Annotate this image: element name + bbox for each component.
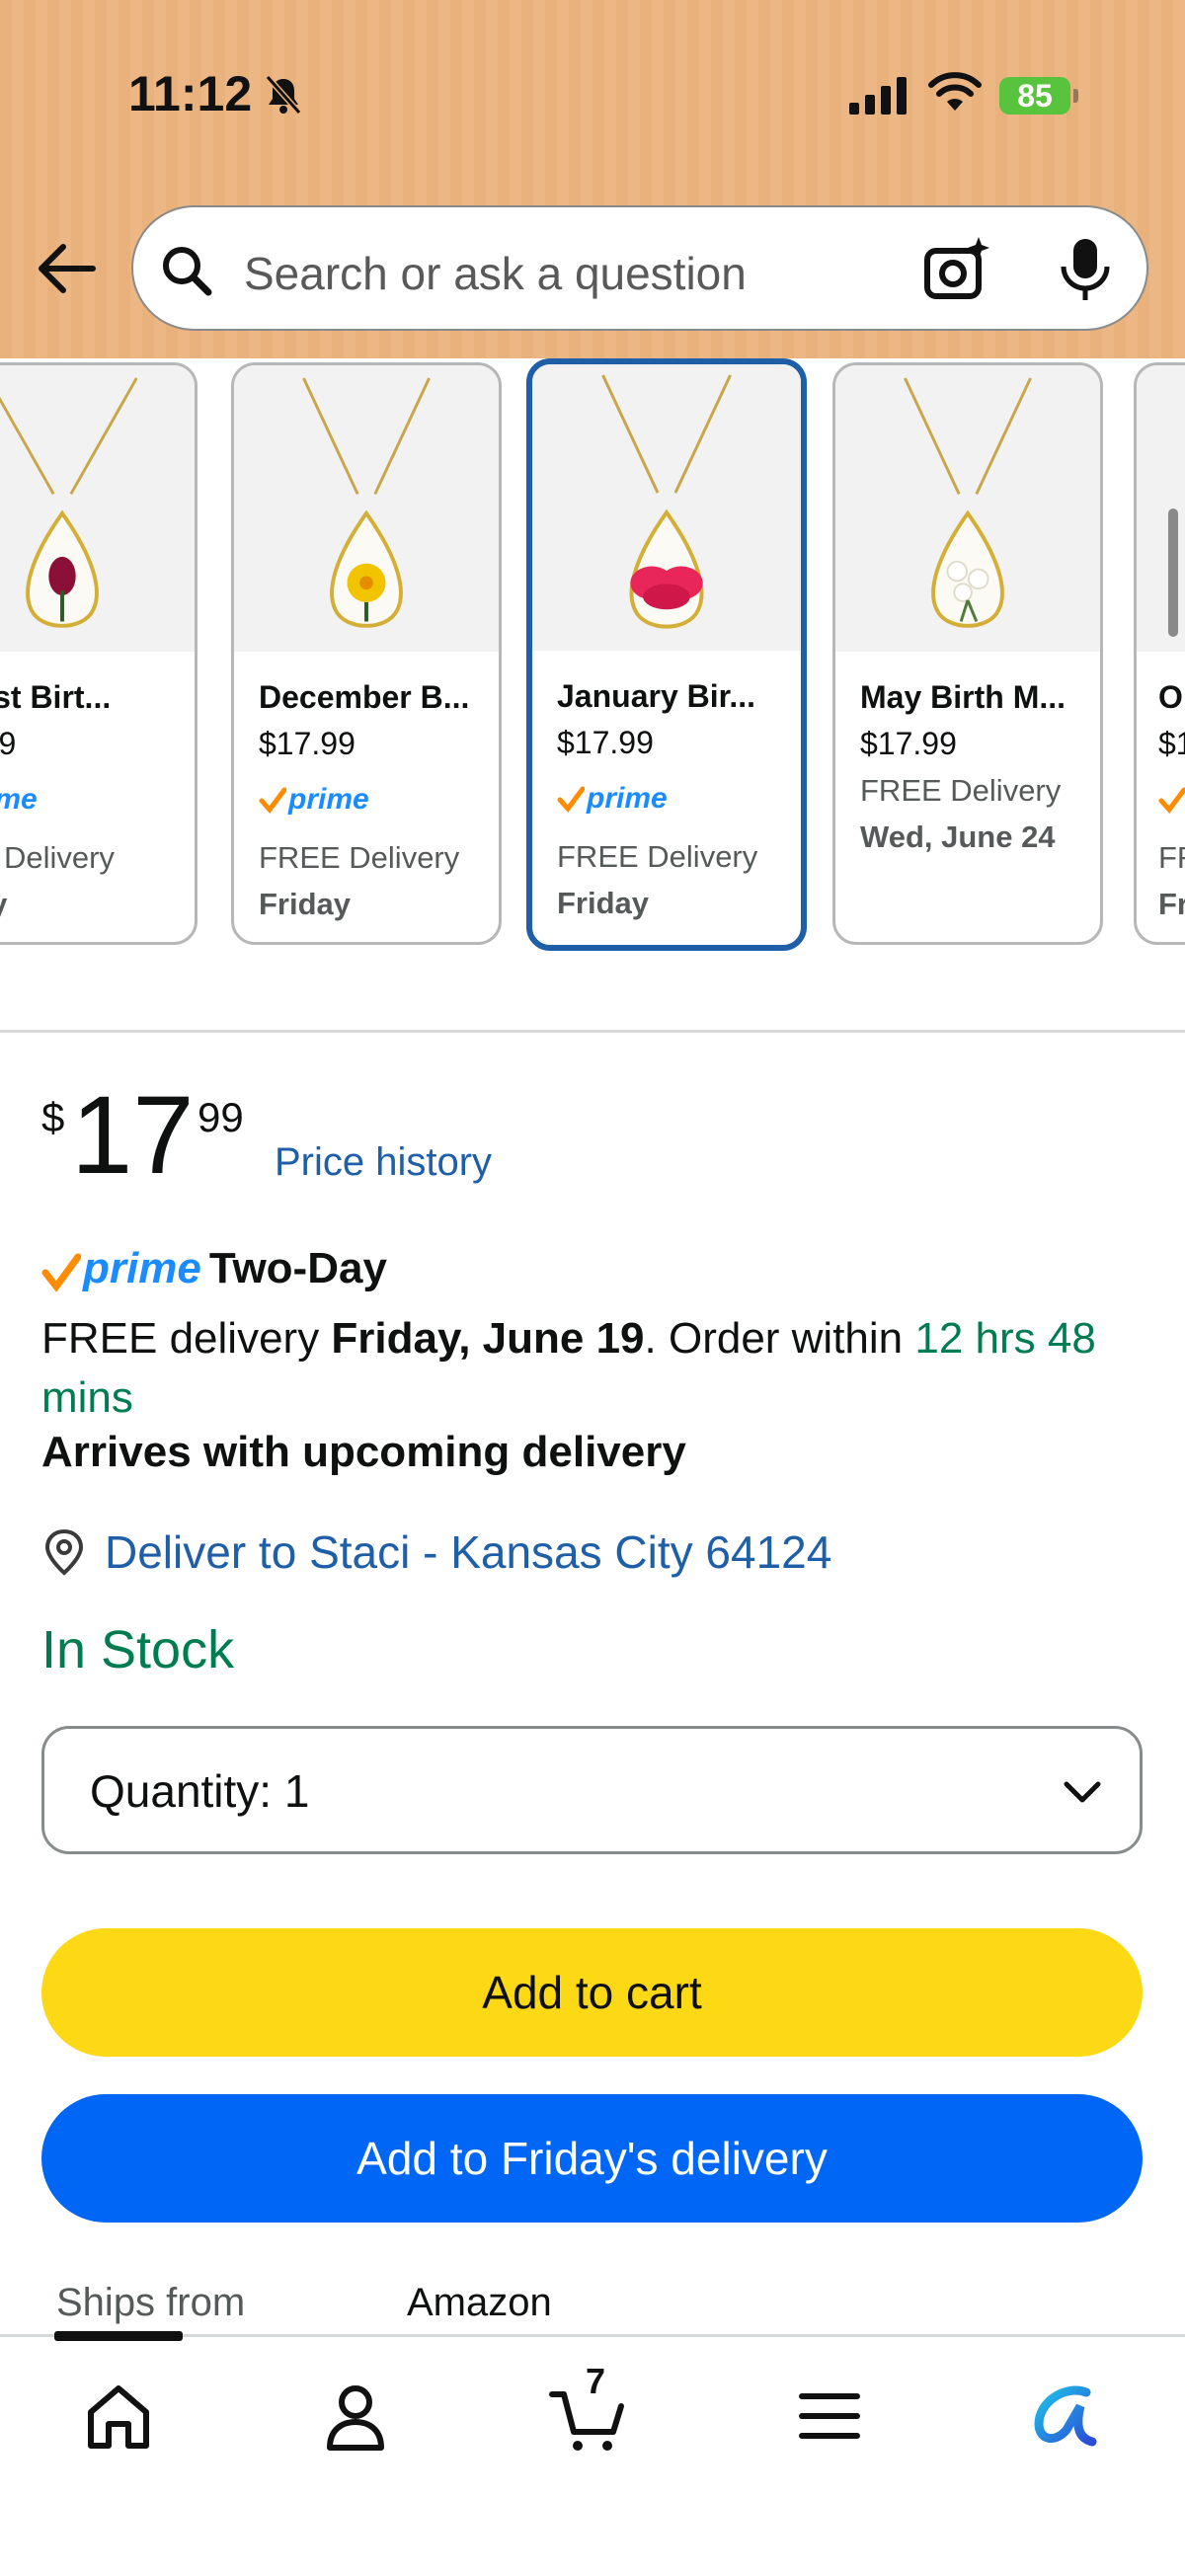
variation-title: O — [1158, 679, 1183, 715]
deliver-to-link[interactable]: Deliver to Staci - Kansas City 64124 — [41, 1521, 831, 1584]
header: 11:12 85 Search or ask a question — [0, 0, 1185, 358]
status-time: 11:12 — [128, 66, 253, 121]
variation-title: gust Birt... — [0, 679, 112, 715]
variation-price: $1 — [1158, 726, 1185, 761]
prime-check-icon — [259, 787, 286, 814]
variation-price: $17.99 — [259, 726, 356, 761]
location-pin-icon — [44, 1528, 84, 1576]
add-to-friday-delivery-button[interactable]: Add to Friday's delivery — [41, 2094, 1143, 2223]
back-arrow-icon[interactable] — [34, 241, 97, 296]
search-input[interactable]: Search or ask a question — [244, 247, 747, 300]
prime-two-day-badge: prime Two-Day — [41, 1242, 387, 1295]
prime-check-icon — [557, 786, 585, 813]
prime-badge — [1158, 782, 1185, 818]
variation-delivery-day: Friday — [557, 886, 650, 920]
price-history-link[interactable]: Price history — [275, 1140, 492, 1185]
account-icon[interactable] — [316, 2377, 395, 2456]
wifi-icon — [928, 72, 982, 111]
deliver-to-address[interactable]: Deliver to Staci - Kansas City 64124 — [105, 1525, 831, 1579]
variation-title: December B... — [259, 679, 470, 715]
arrives-with-upcoming: Arrives with upcoming delivery — [41, 1428, 686, 1476]
stock-status: In Stock — [41, 1620, 235, 1679]
variation-title: May Birth M... — [860, 679, 1066, 715]
prime-badge: prime — [0, 783, 38, 816]
product-thumbnail — [0, 365, 195, 652]
variation-delivery-day: Fr — [1158, 887, 1185, 921]
camera-search-icon[interactable] — [923, 235, 992, 304]
microphone-icon[interactable] — [1056, 237, 1115, 302]
carousel-scroll-indicator — [1168, 508, 1178, 637]
bell-off-icon — [265, 75, 302, 115]
variation-delivery: FREE Delivery — [259, 840, 460, 875]
variation-card-may[interactable]: May Birth M... $17.99 FREE Delivery Wed,… — [832, 362, 1103, 945]
cart-count-badge: 7 — [586, 2361, 606, 2401]
variation-card-january[interactable]: January Bir... $17.99 prime FREE Deliver… — [526, 358, 807, 951]
battery-indicator: 85 — [999, 77, 1078, 115]
variation-delivery: FR — [1158, 840, 1185, 875]
search-bar[interactable]: Search or ask a question — [131, 205, 1148, 331]
variation-delivery: EE Delivery — [0, 840, 115, 875]
chevron-down-icon — [1064, 1781, 1101, 1803]
variation-price: 7.99 — [0, 726, 17, 761]
cellular-signal-icon — [849, 77, 907, 115]
menu-icon[interactable] — [790, 2377, 869, 2456]
variation-card-august[interactable]: gust Birt... 7.99 prime EE Delivery day — [0, 362, 198, 945]
product-thumbnail — [835, 365, 1100, 652]
variation-delivery-day: day — [0, 887, 7, 922]
prime-badge: prime — [557, 781, 668, 817]
quantity-selector[interactable]: Quantity: 1 — [41, 1726, 1143, 1854]
price-whole: 17 — [71, 1073, 195, 1197]
variation-delivery: FREE Delivery — [557, 839, 758, 874]
prime-logo: prime — [83, 1244, 201, 1292]
product-thumbnail — [532, 364, 801, 651]
prime-check-icon — [41, 1253, 81, 1292]
delivery-info: FREE delivery Friday, June 19. Order wit… — [41, 1314, 1096, 1422]
variation-delivery: FREE Delivery — [860, 773, 1062, 808]
bottom-navigation: 7 — [0, 2331, 1185, 2576]
variation-card-december[interactable]: December B... $17.99 prime FREE Delivery… — [231, 362, 502, 945]
variation-price: $17.99 — [860, 726, 957, 761]
variation-delivery-day: Wed, June 24 — [860, 820, 1056, 854]
prime-check-icon — [1158, 787, 1185, 814]
price-fraction: 99 — [198, 1094, 244, 1140]
quantity-value: 1 — [283, 1765, 310, 1817]
search-icon — [163, 247, 212, 296]
product-thumbnail — [234, 365, 499, 652]
add-to-cart-button[interactable]: Add to cart — [41, 1928, 1143, 2057]
ships-from-value: Amazon — [407, 2281, 552, 2324]
variation-delivery-day: Friday — [259, 887, 352, 921]
nav-active-indicator — [54, 2331, 183, 2341]
quantity-label: Quantity: 1 — [90, 1765, 310, 1817]
home-icon[interactable] — [79, 2377, 158, 2456]
delivery-date: Friday, June 19 — [331, 1314, 645, 1363]
variation-card-october[interactable]: O $1 FR Fr — [1134, 362, 1185, 945]
variation-carousel[interactable]: gust Birt... 7.99 prime EE Delivery day … — [0, 358, 1185, 951]
price-currency: $ — [41, 1094, 65, 1140]
rufus-assistant-icon[interactable] — [1025, 2377, 1104, 2456]
section-divider — [0, 1030, 1185, 1033]
two-day-label: Two-Day — [208, 1244, 387, 1292]
variation-price: $17.99 — [557, 725, 654, 760]
variation-title: January Bir... — [557, 678, 755, 714]
prime-badge: prime — [259, 782, 369, 818]
ships-from-label: Ships from — [56, 2281, 246, 2324]
